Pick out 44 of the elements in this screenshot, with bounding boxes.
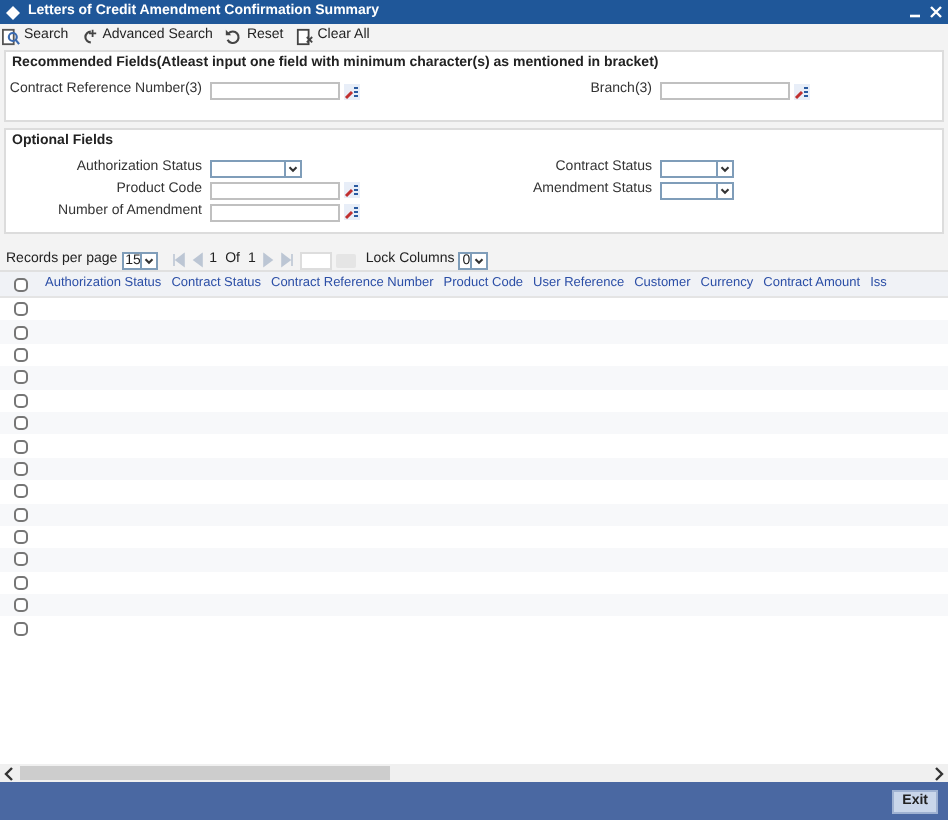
- dropdown-arrow-icon: [284, 161, 300, 175]
- clear-icon: [295, 28, 314, 46]
- row-checkbox[interactable]: [13, 484, 27, 499]
- lookup-icon[interactable]: [344, 204, 360, 220]
- row-checkbox[interactable]: [13, 552, 27, 567]
- row-checkbox[interactable]: [13, 507, 27, 522]
- row-checkbox[interactable]: [13, 621, 27, 636]
- next-page-icon[interactable]: [259, 252, 276, 268]
- lookup-icon[interactable]: [794, 83, 810, 99]
- text-field[interactable]: [210, 82, 340, 100]
- row-checkbox[interactable]: [13, 347, 27, 362]
- select-all-checkbox[interactable]: [13, 277, 27, 291]
- lookup-icon[interactable]: [344, 83, 360, 99]
- dropdown[interactable]: [660, 159, 734, 177]
- row-checkbox[interactable]: [13, 598, 27, 613]
- first-page-icon[interactable]: [169, 252, 186, 268]
- row-checkbox[interactable]: [13, 325, 27, 340]
- row-checkbox[interactable]: [13, 461, 27, 476]
- row-checkbox[interactable]: [13, 302, 27, 317]
- lookup-icon[interactable]: [344, 182, 360, 198]
- dropdown-arrow-icon: [716, 161, 732, 175]
- row-checkbox[interactable]: [13, 370, 27, 385]
- reset-icon: [224, 28, 243, 46]
- dropdown-arrow-icon: [140, 253, 157, 267]
- row-checkbox[interactable]: [13, 416, 27, 431]
- scrollbar-thumb[interactable]: [20, 766, 390, 780]
- diamond-icon: [6, 5, 20, 19]
- dropdown-arrow-icon: [470, 253, 487, 267]
- page-field[interactable]: [299, 251, 332, 269]
- row-checkbox[interactable]: [13, 575, 27, 590]
- row-checkbox[interactable]: [13, 393, 27, 408]
- row-checkbox[interactable]: [13, 530, 27, 545]
- horizontal-scrollbar[interactable]: [0, 764, 948, 782]
- text-field[interactable]: [210, 203, 340, 221]
- prev-page-icon[interactable]: [189, 252, 206, 268]
- text-field[interactable]: [660, 82, 790, 100]
- row-checkbox[interactable]: [13, 439, 27, 454]
- text-field[interactable]: [210, 181, 340, 199]
- dropdown[interactable]: [210, 159, 302, 177]
- close-icon[interactable]: [930, 6, 942, 18]
- dropdown[interactable]: [660, 181, 734, 199]
- last-page-icon[interactable]: [279, 252, 296, 268]
- dropdown-arrow-icon: [716, 183, 732, 197]
- plus-search-icon: [80, 28, 99, 46]
